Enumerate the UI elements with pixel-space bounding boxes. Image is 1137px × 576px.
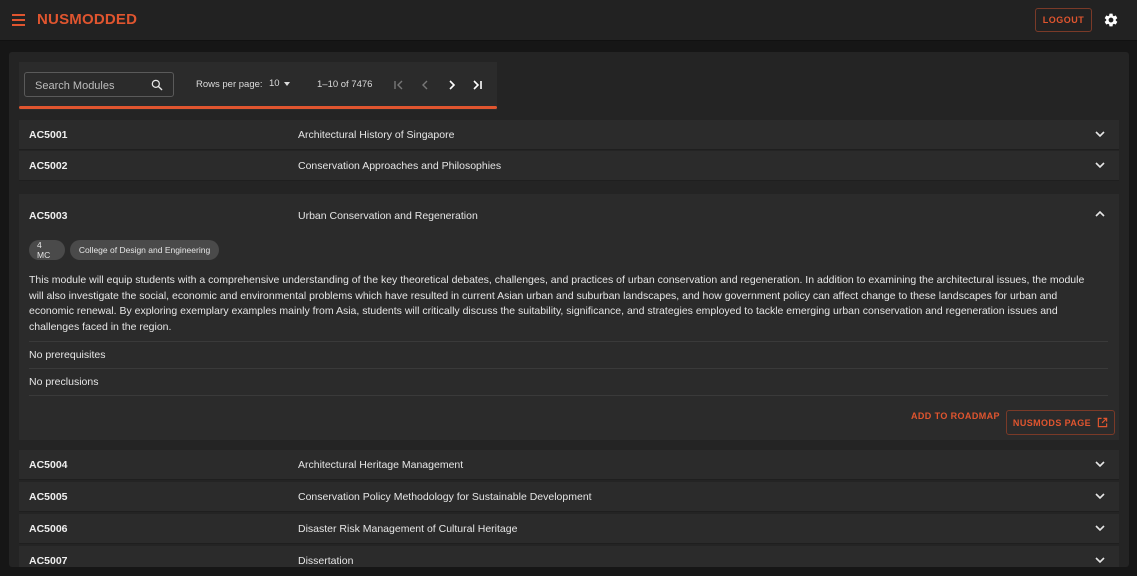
module-title: Architectural Heritage Management [298,459,464,471]
chevron-up-icon[interactable] [1095,210,1105,218]
rows-per-page-label: Rows per page: [196,79,263,90]
dropdown-arrow-icon [283,81,290,86]
module-title: Conservation Policy Methodology for Sust… [298,491,592,503]
module-row[interactable]: AC5007 Dissertation [19,546,1119,567]
prev-page-icon[interactable] [419,79,431,91]
module-title: Conservation Approaches and Philosophies [298,160,502,172]
app-brand[interactable]: NUSMODDED [37,11,137,28]
nusmods-page-button[interactable]: NUSMODS PAGE [1006,410,1115,435]
search-field[interactable] [24,72,174,97]
logout-button[interactable]: LOGOUT [1035,8,1092,32]
description-line: will also investigate the social, econom… [29,289,1058,302]
module-title: Architectural History of Singapore [298,129,455,141]
rows-per-page-value: 10 [269,78,280,89]
module-row[interactable]: AC5006 Disaster Risk Management of Cultu… [19,514,1119,544]
hamburger-menu-icon[interactable] [12,14,25,26]
gear-icon[interactable] [1103,12,1119,28]
modules-panel: Rows per page: 10 1–10 of 7476 AC5001 Ar… [9,52,1129,567]
chevron-down-icon[interactable] [1095,161,1105,169]
module-code: AC5005 [29,491,68,503]
search-input[interactable] [33,77,147,94]
module-title[interactable]: Urban Conservation and Regeneration [298,210,478,222]
toolbar-accent-bar [19,106,497,109]
chevron-down-icon[interactable] [1095,130,1105,138]
add-to-roadmap-button[interactable]: ADD TO ROADMAP [911,411,1000,421]
description-line: This module will equip students with a c… [29,274,1085,286]
expanded-module-card: AC5003 Urban Conservation and Regenerati… [19,194,1119,440]
divider [29,368,1108,369]
module-code: AC5002 [29,160,68,172]
module-row[interactable]: AC5001 Architectural History of Singapor… [19,120,1119,150]
module-code: AC5004 [29,459,68,471]
last-page-icon[interactable] [471,79,483,91]
module-code: AC5006 [29,523,68,535]
divider [29,341,1108,342]
external-link-icon [1097,417,1108,428]
table-toolbar: Rows per page: 10 1–10 of 7476 [19,62,497,110]
first-page-icon[interactable] [393,79,405,91]
app-bar: NUSMODDED LOGOUT [0,0,1137,41]
divider [29,395,1108,396]
chevron-down-icon[interactable] [1095,556,1105,564]
module-code: AC5007 [29,555,68,567]
rows-per-page-select[interactable]: 10 [269,78,290,89]
module-code: AC5001 [29,129,68,141]
module-code[interactable]: AC5003 [29,210,68,222]
prerequisites-text: No prerequisites [29,349,106,361]
mc-chip: 4 MC [29,240,65,260]
nusmods-page-label: NUSMODS PAGE [1012,417,1092,428]
module-row[interactable]: AC5005 Conservation Policy Methodology f… [19,482,1119,512]
pagination-range: 1–10 of 7476 [317,79,373,90]
description-line: economic renewal. By exploring exemplary… [29,305,1058,318]
next-page-icon[interactable] [446,79,458,91]
preclusions-text: No preclusions [29,376,99,388]
faculty-chip: College of Design and Engineering [70,240,219,260]
chevron-down-icon[interactable] [1095,524,1105,532]
description-line: challenges faced in the region. [29,320,172,333]
chevron-down-icon[interactable] [1095,460,1105,468]
chevron-down-icon[interactable] [1095,492,1105,500]
search-icon[interactable] [150,78,164,92]
module-title: Dissertation [298,555,354,567]
module-row[interactable]: AC5004 Architectural Heritage Management [19,450,1119,480]
module-row[interactable]: AC5002 Conservation Approaches and Philo… [19,151,1119,181]
module-title: Disaster Risk Management of Cultural Her… [298,523,518,535]
module-description: This module will equip students with a c… [29,273,1109,335]
